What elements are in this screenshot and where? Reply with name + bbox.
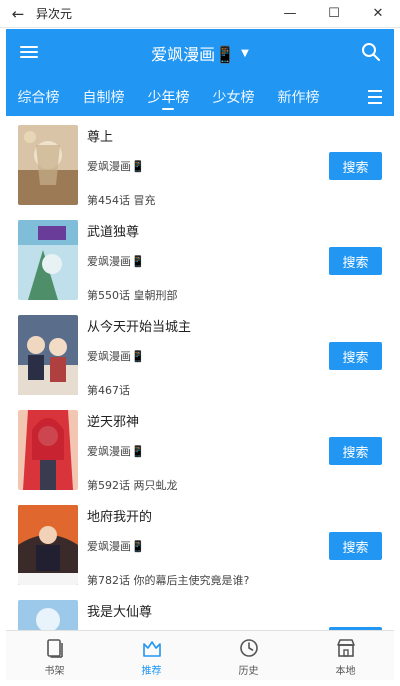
- search-button[interactable]: 搜索: [329, 152, 382, 180]
- local-store-icon: [336, 639, 355, 657]
- comic-source: 爱飒漫画📱: [87, 255, 145, 268]
- search-icon[interactable]: [360, 41, 382, 63]
- tab-overall[interactable]: 综合榜: [6, 81, 71, 116]
- window-titlebar: ← 异次元 — ☐ ✕: [0, 0, 400, 28]
- source-title: 爱飒漫画📱: [151, 45, 236, 64]
- comic-source: 爱飒漫画📱: [87, 540, 145, 553]
- comic-source: 爱飒漫画📱: [87, 445, 145, 458]
- list-item[interactable]: 地府我开的 爱飒漫画📱 第782话 你的幕后主使究竟是谁? 搜索: [6, 496, 394, 591]
- comic-cover-image[interactable]: [18, 315, 78, 395]
- latest-chapter: 第592话 两只虬龙: [87, 479, 178, 492]
- bottom-navigation: 书架 推荐 历史 本地: [6, 630, 394, 680]
- dropdown-caret-icon: ▼: [241, 47, 249, 59]
- history-icon: [239, 639, 258, 657]
- source-selector[interactable]: 爱飒漫画📱 ▼: [6, 41, 394, 65]
- comic-source: 爱飒漫画📱: [87, 350, 145, 363]
- search-button[interactable]: 搜索: [329, 532, 382, 560]
- comic-cover-image[interactable]: [18, 220, 78, 300]
- back-arrow-icon[interactable]: ←: [0, 0, 36, 28]
- list-item[interactable]: 我是大仙尊: [6, 591, 394, 630]
- list-item[interactable]: 逆天邪神 爱飒漫画📱 第592话 两只虬龙 搜索: [6, 401, 394, 496]
- comic-cover-image[interactable]: [18, 600, 78, 630]
- ranking-tabs: 综合榜 自制榜 少年榜 少女榜 新作榜: [6, 81, 394, 116]
- close-button[interactable]: ✕: [356, 0, 400, 28]
- tabs-more-menu-icon[interactable]: [368, 90, 384, 106]
- app-header: 爱飒漫画📱 ▼ 综合榜 自制榜 少年榜 少女榜 新作榜: [6, 29, 394, 116]
- latest-chapter: 第467话: [87, 384, 130, 397]
- bookshelf-icon: [46, 639, 63, 658]
- comic-source: 爱飒漫画📱: [87, 160, 145, 173]
- comic-title: 我是大仙尊: [87, 605, 153, 620]
- nav-recommend[interactable]: 推荐: [103, 631, 200, 680]
- list-item[interactable]: 武道独尊 爱飒漫画📱 第550话 皇朝刑部 搜索: [6, 211, 394, 306]
- nav-label: 推荐: [141, 666, 162, 677]
- search-button[interactable]: 搜索: [329, 247, 382, 275]
- recommend-icon: [142, 641, 161, 657]
- comic-title: 逆天邪神: [87, 415, 140, 430]
- nav-label: 书架: [44, 666, 65, 677]
- nav-label: 本地: [335, 666, 356, 677]
- window-title: 异次元: [36, 7, 73, 21]
- comic-title: 武道独尊: [87, 225, 140, 240]
- nav-local[interactable]: 本地: [297, 631, 394, 680]
- nav-label: 历史: [238, 666, 259, 677]
- search-button[interactable]: 搜索: [329, 342, 382, 370]
- list-item[interactable]: 尊上 爱飒漫画📱 第454话 冒充 搜索: [6, 116, 394, 211]
- tab-new[interactable]: 新作榜: [266, 81, 331, 116]
- nav-bookshelf[interactable]: 书架: [6, 631, 103, 680]
- latest-chapter: 第454话 冒充: [87, 194, 156, 207]
- minimize-button[interactable]: —: [268, 0, 312, 28]
- maximize-button[interactable]: ☐: [312, 0, 356, 28]
- window-controls: — ☐ ✕: [268, 0, 400, 28]
- tab-original[interactable]: 自制榜: [71, 81, 136, 116]
- search-button[interactable]: 搜索: [329, 437, 382, 465]
- comic-list[interactable]: 尊上 爱飒漫画📱 第454话 冒充 搜索 武道独尊 爱飒漫画📱 第550话 皇朝…: [6, 116, 394, 630]
- latest-chapter: 第782话 你的幕后主使究竟是谁?: [87, 574, 250, 587]
- comic-cover-image[interactable]: [18, 505, 78, 585]
- comic-title: 从今天开始当城主: [87, 320, 192, 335]
- tab-shoujo[interactable]: 少女榜: [201, 81, 266, 116]
- nav-history[interactable]: 历史: [200, 631, 297, 680]
- comic-title: 尊上: [87, 130, 114, 145]
- list-item[interactable]: 从今天开始当城主 爱飒漫画📱 第467话 搜索: [6, 306, 394, 401]
- comic-cover-image[interactable]: [18, 125, 78, 205]
- latest-chapter: 第550话 皇朝刑部: [87, 289, 178, 302]
- tab-shounen[interactable]: 少年榜: [136, 81, 201, 116]
- comic-title: 地府我开的: [87, 510, 153, 525]
- comic-cover-image[interactable]: [18, 410, 78, 490]
